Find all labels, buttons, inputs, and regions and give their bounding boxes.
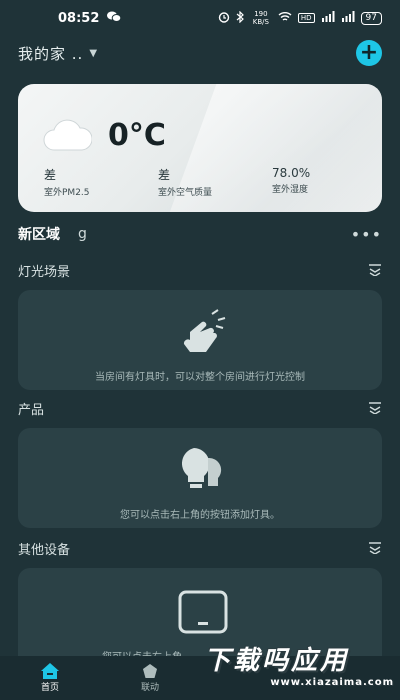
stat-humidity: 78.0% 室外湿度 — [272, 166, 311, 195]
region-bar: 新区域 g ••• — [18, 222, 382, 246]
stat-pm25: 差 室外PM2.5 — [44, 168, 90, 198]
alarm-icon — [218, 11, 230, 26]
chevron-down-icon[interactable]: ▼ — [89, 48, 97, 59]
panel-products: 您可以点击右上角的按钮添加灯具。 — [18, 428, 382, 528]
section-header-products: 产品 — [18, 398, 382, 418]
net-speed: 190 KB/S — [252, 10, 269, 26]
collapse-icon[interactable] — [368, 264, 382, 276]
cloud-icon — [42, 118, 93, 156]
more-dots-icon[interactable]: ••• — [351, 225, 382, 244]
home-icon — [41, 663, 59, 679]
nav-linkage[interactable]: 联动 — [100, 656, 200, 700]
section-header-other-devices: 其他设备 — [18, 538, 382, 558]
panel-light-scenes: 当房间有灯具时，可以对整个房间进行灯光控制 — [18, 290, 382, 390]
home-selector[interactable]: 我的家 .. — [18, 43, 83, 64]
status-time: 08:52 — [58, 10, 100, 26]
watermark-url: www.xiazaima.com — [270, 677, 394, 688]
weather-card: 0°C 差 室外PM2.5 差 室外空气质量 78.0% 室外湿度 — [18, 84, 382, 212]
section-title: 灯光场景 — [18, 264, 71, 280]
bulb-icon — [174, 444, 228, 500]
collapse-icon[interactable] — [368, 402, 382, 414]
add-device-button[interactable]: + — [356, 40, 382, 66]
panel-hint: 您可以点击右上角的按钮添加灯具。 — [120, 510, 280, 521]
temperature: 0°C — [108, 118, 166, 153]
collapse-icon[interactable] — [368, 542, 382, 554]
battery-indicator: 97 — [360, 11, 382, 25]
watermark: 下载吗应用 www.xiazaima.com — [204, 640, 394, 696]
region-room[interactable]: g — [78, 226, 87, 242]
touch-hand-icon — [178, 308, 232, 362]
signal-icon-1 — [321, 11, 335, 25]
nav-label: 联动 — [140, 683, 159, 693]
signal-icon-2 — [341, 11, 355, 25]
watermark-title: 下载吗应用 — [204, 646, 350, 676]
section-title: 其他设备 — [18, 542, 71, 558]
home-header: 我的家 .. ▼ + — [18, 38, 382, 68]
section-title: 产品 — [18, 402, 45, 418]
wifi-icon — [278, 11, 292, 25]
nav-label: 首页 — [40, 683, 59, 693]
wechat-icon — [107, 11, 122, 25]
tablet-icon — [178, 590, 228, 638]
nav-home[interactable]: 首页 — [0, 656, 100, 700]
pentagon-icon — [143, 664, 157, 678]
hd-icon: HD — [297, 13, 315, 23]
bluetooth-icon — [236, 10, 244, 26]
panel-hint: 当房间有灯具时，可以对整个房间进行灯光控制 — [95, 372, 305, 383]
region-name[interactable]: 新区域 — [18, 224, 60, 244]
stat-air-quality: 差 室外空气质量 — [158, 168, 213, 198]
section-header-light-scenes: 灯光场景 — [18, 260, 382, 280]
status-bar: 08:52 190 KB/S HD 97 — [0, 0, 400, 36]
plus-icon: + — [359, 40, 379, 65]
